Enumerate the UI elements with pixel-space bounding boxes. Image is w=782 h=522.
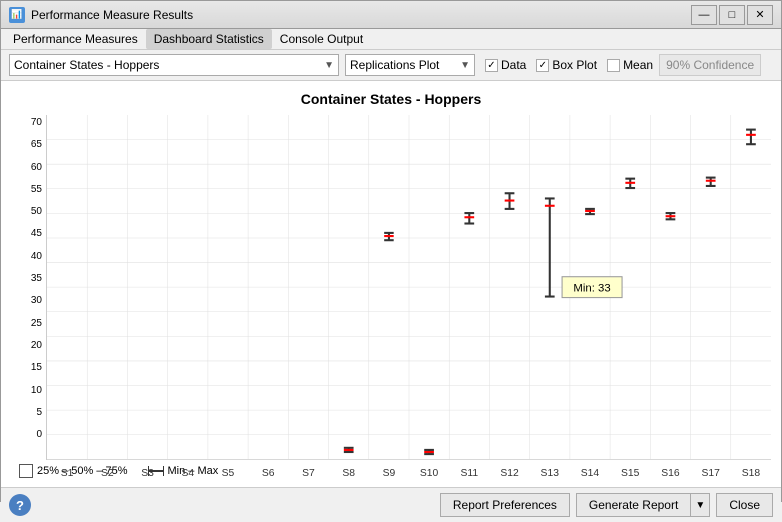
menu-bar: Performance Measures Dashboard Statistic… [1,29,781,50]
svg-text:S3: S3 [141,468,154,479]
legend-box-icon [19,464,33,478]
series-dropdown-value: Container States - Hoppers [14,58,320,72]
box-plot-checkbox-item[interactable]: ✓ Box Plot [536,58,597,72]
svg-text:S2: S2 [101,468,114,479]
svg-text:S13: S13 [541,468,560,479]
y-label-5: 5 [36,407,42,418]
svg-text:S4: S4 [181,468,194,479]
y-label-15: 15 [31,362,42,373]
chart-options: ✓ Data ✓ Box Plot Mean [485,58,653,72]
plot-type-arrow: ▼ [456,60,470,71]
chart-title: Container States - Hoppers [11,91,771,107]
data-checkbox-item[interactable]: ✓ Data [485,58,526,72]
menu-console-output[interactable]: Console Output [272,29,371,49]
menu-performance-measures[interactable]: Performance Measures [5,29,146,49]
mean-checkbox-item[interactable]: Mean [607,58,653,72]
y-label-50: 50 [31,206,42,217]
data-label: Data [501,58,526,72]
main-window: 📊 Performance Measure Results — □ ✕ Perf… [0,0,782,502]
title-buttons: — □ ✕ [691,5,773,25]
y-label-30: 30 [31,295,42,306]
mean-checkbox[interactable] [607,59,620,72]
y-label-20: 20 [31,340,42,351]
plot-type-value: Replications Plot [350,58,456,72]
window-title: Performance Measure Results [31,8,193,22]
svg-text:S1: S1 [61,468,74,479]
app-icon: 📊 [9,7,25,23]
chart-area: Container States - Hoppers 70 65 60 55 5… [1,81,781,487]
plot-type-dropdown[interactable]: Replications Plot ▼ [345,54,475,76]
y-label-10: 10 [31,385,42,396]
minimize-button[interactable]: — [691,5,717,25]
generate-report-button[interactable]: Generate Report [576,493,690,517]
y-axis: 70 65 60 55 50 45 40 35 30 25 20 15 10 5… [11,115,46,460]
y-label-45: 45 [31,228,42,239]
y-label-55: 55 [31,184,42,195]
svg-text:Min: 33: Min: 33 [573,282,610,294]
svg-text:S11: S11 [460,468,478,479]
svg-text:S14: S14 [581,468,600,479]
data-checkbox[interactable]: ✓ [485,59,498,72]
plot-area: .gl { stroke: #e0e0e0; stroke-width: 0.5… [46,115,771,460]
mean-label: Mean [623,58,653,72]
svg-text:S17: S17 [702,468,721,479]
svg-text:S9: S9 [383,468,396,479]
box-plot-checkbox[interactable]: ✓ [536,59,549,72]
svg-text:S10: S10 [420,468,439,479]
maximize-button[interactable]: □ [719,5,745,25]
y-label-0: 0 [36,429,42,440]
bottom-bar: ? Report Preferences Generate Report ▼ C… [1,487,781,522]
svg-text:S7: S7 [302,468,315,479]
chart-svg: .gl { stroke: #e0e0e0; stroke-width: 0.5… [47,115,771,459]
y-label-60: 60 [31,162,42,173]
y-label-40: 40 [31,251,42,262]
svg-text:S5: S5 [222,468,235,479]
box-plot-label: Box Plot [552,58,597,72]
chart-content: 70 65 60 55 50 45 40 35 30 25 20 15 10 5… [11,115,771,460]
title-bar-left: 📊 Performance Measure Results [9,7,193,23]
svg-text:S15: S15 [621,468,640,479]
svg-text:S6: S6 [262,468,275,479]
close-window-button[interactable]: ✕ [747,5,773,25]
generate-report-dropdown-arrow[interactable]: ▼ [690,493,710,517]
close-button[interactable]: Close [716,493,773,517]
y-label-70: 70 [31,117,42,128]
toolbar: Container States - Hoppers ▼ Replication… [1,50,781,81]
svg-text:S12: S12 [500,468,519,479]
svg-text:S16: S16 [661,468,680,479]
confidence-label: 90% Confidence [659,54,761,76]
svg-text:S18: S18 [742,468,761,479]
y-label-65: 65 [31,139,42,150]
legend-quartile-label: 25% – 50% – 75% [37,465,128,477]
generate-report-split-button: Generate Report ▼ [576,493,710,517]
series-dropdown[interactable]: Container States - Hoppers ▼ [9,54,339,76]
y-label-35: 35 [31,273,42,284]
help-button[interactable]: ? [9,494,31,516]
report-preferences-button[interactable]: Report Preferences [440,493,570,517]
menu-dashboard-statistics[interactable]: Dashboard Statistics [146,29,272,49]
series-dropdown-arrow: ▼ [320,60,334,71]
svg-text:S8: S8 [342,468,355,479]
y-label-25: 25 [31,318,42,329]
title-bar: 📊 Performance Measure Results — □ ✕ [1,1,781,29]
